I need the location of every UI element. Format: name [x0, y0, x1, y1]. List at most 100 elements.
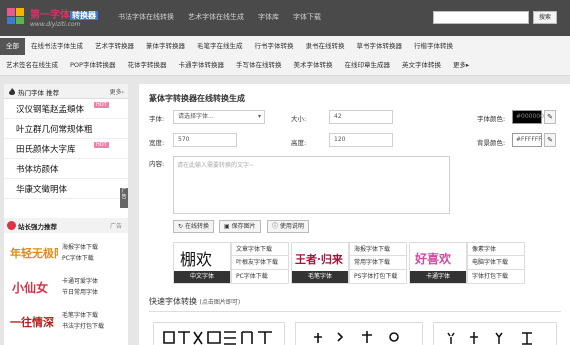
- chevron-down-icon: ▾: [257, 113, 261, 120]
- hot-fonts-title: 热门字体 推荐: [18, 89, 60, 97]
- hot-font-item[interactable]: 书体坊颜体: [4, 159, 128, 179]
- category-item[interactable]: 行楷字体转换: [408, 38, 459, 55]
- hot-font-item[interactable]: 叶立群几何常规体粗: [4, 119, 128, 139]
- font-link[interactable]: 电脑字体下载: [467, 256, 525, 270]
- category-menu: 全部 在线书法字体生成 艺术字转换器 篆体字转换器 毛笔字在线生成 行书字体转换…: [0, 36, 570, 76]
- font-sample-image: 小仙女: [12, 280, 48, 295]
- svg-text:好喜欢: 好喜欢: [414, 251, 452, 266]
- station-link[interactable]: PC字体下载: [62, 253, 94, 262]
- station-item[interactable]: 年轻无极限 海报字体下载 PC字体下载: [4, 235, 128, 269]
- quick-font-sample[interactable]: [153, 322, 285, 345]
- font-color-picker-button[interactable]: ✎: [544, 110, 556, 124]
- hot-font-item[interactable]: 汉仪钢笔赵孟頫体 HOT: [4, 99, 128, 119]
- svg-text:年轻无极限: 年轻无极限: [10, 246, 58, 260]
- category-item[interactable]: 行书字体转换: [249, 38, 300, 55]
- height-input[interactable]: 120: [329, 133, 393, 147]
- font-name: 华康文徵明体: [16, 185, 68, 195]
- station-item[interactable]: 一往情深 毛笔字体下载 书法字打包下载: [4, 303, 128, 337]
- font-link[interactable]: 叶根友字体下载: [231, 256, 289, 270]
- nav-link-font-download[interactable]: 字体下载: [293, 12, 321, 22]
- content-textarea[interactable]: 请在此输入需要转换的文字~: [173, 156, 450, 214]
- hot-fonts-more-link[interactable]: 更多›: [110, 87, 124, 96]
- size-label: 大小:: [291, 115, 307, 123]
- site-logo[interactable]: 第一字体 转换器 www.diyiziti.com: [6, 5, 116, 31]
- category-item[interactable]: 手写体在线转换: [230, 57, 288, 74]
- nav-link-art-font[interactable]: 艺术字体在线生成: [188, 12, 244, 22]
- font-card-brush[interactable]: 王者·归来 毛笔字体: [291, 242, 349, 284]
- category-item[interactable]: 艺术签名在线生成: [0, 57, 64, 74]
- logo-title: 第一字体 转换器: [30, 10, 98, 21]
- svg-text:棚欢: 棚欢: [180, 250, 212, 269]
- category-item[interactable]: 篆体字转换器: [140, 38, 191, 55]
- help-button[interactable]: ⓘ 使用说明: [267, 220, 309, 233]
- category-item[interactable]: 草书字体转换器: [351, 38, 409, 55]
- station-link[interactable]: 卡通可爱字体: [62, 276, 98, 285]
- category-item[interactable]: POP字体转换器: [64, 57, 121, 74]
- category-item[interactable]: 卡通字体转换器: [172, 57, 230, 74]
- font-link[interactable]: 海报字体下载: [349, 242, 407, 256]
- category-item[interactable]: 英文字体转换: [396, 57, 447, 74]
- font-name: 汉仪钢笔赵孟頫体: [16, 105, 85, 115]
- search-input[interactable]: [433, 11, 529, 24]
- search-button[interactable]: 搜索: [533, 11, 557, 24]
- top-bar: 第一字体 转换器 www.diyiziti.com 书法字体在线转换 艺术字体在线…: [0, 0, 570, 36]
- font-card-chinese[interactable]: 棚欢 中文字体: [173, 242, 231, 284]
- refresh-icon: ↻: [178, 223, 185, 230]
- font-card-caption: 毛笔字体: [292, 271, 348, 283]
- font-select[interactable]: 请选择字体... ▾: [173, 110, 265, 124]
- category-item[interactable]: 艺术字转换器: [89, 38, 140, 55]
- station-item[interactable]: 小仙女 卡通可爱字体 节日常用字体: [4, 269, 128, 303]
- category-item[interactable]: 美术字体转换: [287, 57, 338, 74]
- quick-convert-hint: (点击图片即可): [199, 299, 241, 306]
- hot-font-item[interactable]: 田氏颜体大字库 HOT: [4, 139, 128, 159]
- category-row-2: 艺术签名在线生成 POP字体转换器 花体字转换器 卡通字体转换器 手写体在线转换…: [0, 57, 475, 74]
- width-label: 宽度:: [149, 139, 165, 147]
- station-link[interactable]: 海报字体下载: [62, 242, 98, 251]
- category-item[interactable]: 毛笔字在线生成: [191, 38, 249, 55]
- width-input[interactable]: 570: [173, 133, 237, 147]
- hot-fonts-header: 热门字体 推荐 更多›: [4, 84, 128, 99]
- font-sample-image: [163, 331, 272, 345]
- sidebar: 热门字体 推荐 更多› 汉仪钢笔赵孟頫体 HOT 叶立群几何常规体粗 田氏颜体大…: [4, 84, 128, 345]
- category-item[interactable]: 隶书在线转换: [300, 38, 351, 55]
- size-input[interactable]: 42: [329, 110, 393, 124]
- hot-font-item[interactable]: 华康文徵明体: [4, 179, 128, 199]
- bg-color-picker-button[interactable]: ✎: [544, 133, 556, 147]
- convert-button[interactable]: ↻ 在线转换: [173, 220, 214, 233]
- font-link[interactable]: 字体打包下载: [467, 270, 525, 284]
- category-row-1: 全部 在线书法字体生成 艺术字转换器 篆体字转换器 毛笔字在线生成 行书字体转换…: [0, 38, 459, 55]
- nav-link-font-library[interactable]: 字体库: [258, 12, 279, 22]
- bg-color-label: 背景颜色:: [477, 139, 506, 147]
- font-link-column: 海报字体下载 常用字体下载 PS字体打包下载: [349, 242, 407, 284]
- font-sample-image: 好喜欢: [414, 251, 452, 266]
- font-card-cartoon[interactable]: 好喜欢 卡通字体: [409, 242, 467, 284]
- font-sample-image: [314, 331, 399, 343]
- category-item[interactable]: 花体字转换器: [121, 57, 172, 74]
- quick-font-sample[interactable]: [433, 322, 557, 345]
- save-image-button[interactable]: ▣ 保存图片: [219, 220, 261, 233]
- font-link[interactable]: PC字体下载: [231, 270, 289, 284]
- category-item[interactable]: 在线印章生成器: [338, 57, 396, 74]
- category-all[interactable]: 全部: [0, 38, 25, 55]
- quick-font-sample[interactable]: [295, 322, 423, 345]
- font-name: 书体坊颜体: [16, 165, 59, 175]
- station-link[interactable]: 节日常用字体: [62, 287, 98, 296]
- font-link[interactable]: 文章字体下载: [231, 242, 289, 256]
- category-more[interactable]: 更多▸: [447, 57, 475, 74]
- station-link[interactable]: 毛笔字体下载: [62, 310, 98, 319]
- svg-text:小仙女: 小仙女: [12, 280, 48, 295]
- font-name: 田氏颜体大字库: [16, 145, 76, 155]
- nav-link-calligraphy[interactable]: 书法字体在线转换: [118, 12, 174, 22]
- quick-convert-title: 快速字体转换 (点击图片即可): [149, 297, 241, 306]
- font-link[interactable]: 常用字体下载: [349, 256, 407, 270]
- font-card-caption: 中文字体: [174, 271, 230, 283]
- category-item[interactable]: 在线书法字体生成: [25, 38, 89, 55]
- station-link[interactable]: 书法字打包下载: [62, 321, 104, 330]
- bg-color-input[interactable]: #FFFFFF: [512, 133, 542, 147]
- font-link[interactable]: 像素字体: [467, 242, 525, 256]
- font-color-input[interactable]: #000000: [512, 110, 544, 124]
- logo-tag: 转换器: [70, 11, 98, 20]
- font-link[interactable]: PS字体打包下载: [349, 270, 407, 284]
- side-ad-tab[interactable]: 广告: [120, 188, 128, 208]
- svg-text:王者·归来: 王者·归来: [295, 252, 344, 266]
